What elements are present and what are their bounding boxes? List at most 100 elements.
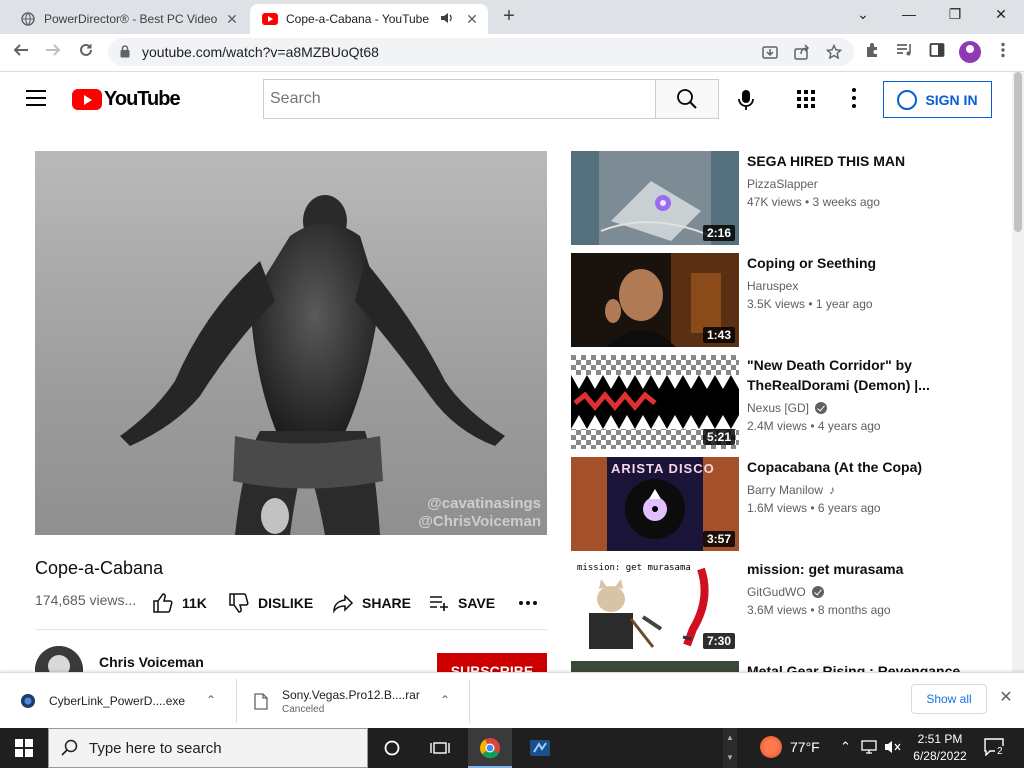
youtube-logo-text: YouTube bbox=[104, 88, 181, 110]
recommendation-item[interactable]: ARISTA DISCO 3:57 Copacabana (At the Cop… bbox=[571, 457, 1001, 551]
taskbar-search-box[interactable]: Type here to search bbox=[48, 728, 368, 768]
scroll-up-icon[interactable]: ▲ bbox=[723, 728, 737, 748]
share-button[interactable]: SHARE bbox=[332, 592, 411, 614]
guide-menu-icon[interactable] bbox=[26, 90, 46, 106]
share-arrow-icon bbox=[333, 594, 354, 614]
like-button[interactable]: 11K bbox=[152, 592, 207, 614]
maximize-button[interactable]: ❐ bbox=[932, 0, 978, 30]
close-tab-icon[interactable]: ✕ bbox=[222, 11, 242, 28]
video-thumbnail[interactable]: 2:16 bbox=[571, 151, 739, 245]
recommendation-meta: 3.5K views • 1 year ago bbox=[747, 297, 873, 311]
recommendation-title[interactable]: SEGA HIRED THIS MAN bbox=[747, 151, 997, 171]
recommendation-channel[interactable]: GitGudWO bbox=[747, 585, 824, 599]
download-item[interactable]: CyberLink_PowerD....exe ⌃ bbox=[20, 673, 230, 729]
scrollbar-thumb[interactable] bbox=[1014, 72, 1022, 232]
recommendation-item[interactable]: mission: get murasama 7:30 mission: get … bbox=[571, 559, 1001, 653]
share-page-icon[interactable] bbox=[792, 44, 812, 62]
close-download-shelf-icon[interactable]: ✕ bbox=[996, 688, 1016, 708]
new-tab-button[interactable]: + bbox=[498, 6, 520, 28]
view-count[interactable]: 174,685 views... bbox=[35, 592, 136, 608]
search-field[interactable] bbox=[263, 79, 656, 119]
recommendation-channel[interactable]: PizzaSlapper bbox=[747, 177, 818, 191]
tab-youtube-active[interactable]: Cope-a-Cabana - YouTube ✕ bbox=[250, 4, 488, 34]
scroll-down-icon[interactable]: ▼ bbox=[723, 748, 737, 768]
back-arrow-icon[interactable] bbox=[8, 40, 34, 66]
like-count: 11K bbox=[182, 595, 207, 611]
download-item[interactable]: Sony.Vegas.Pro12.B....rar Canceled ⌃ bbox=[254, 673, 464, 729]
taskbar-overflow-scroll[interactable]: ▲ ▼ bbox=[723, 728, 737, 768]
search-input[interactable] bbox=[264, 80, 656, 118]
install-app-icon[interactable] bbox=[760, 44, 780, 62]
sign-in-button[interactable]: SIGN IN bbox=[883, 81, 992, 118]
recommendation-channel[interactable]: Barry Manilow ♪ bbox=[747, 483, 835, 497]
download-separator bbox=[469, 679, 470, 723]
recommendation-item[interactable]: 5:21 "New Death Corridor" by TheRealDora… bbox=[571, 355, 1001, 449]
channel-name[interactable]: Chris Voiceman bbox=[99, 654, 204, 670]
minimize-button[interactable]: — bbox=[886, 0, 932, 30]
tab-search-button[interactable]: ⌄ bbox=[840, 0, 886, 30]
url-text: youtube.com/watch?v=a8MZBUoQt68 bbox=[142, 44, 379, 60]
media-control-icon[interactable] bbox=[894, 42, 916, 64]
action-center-button[interactable]: 2 bbox=[982, 736, 1008, 760]
chevron-up-icon[interactable]: ⌃ bbox=[206, 693, 216, 707]
start-button[interactable] bbox=[0, 728, 48, 768]
profile-avatar[interactable] bbox=[959, 41, 981, 63]
address-bar[interactable]: youtube.com/watch?v=a8MZBUoQt68 bbox=[108, 38, 854, 66]
video-thumbnail[interactable]: 5:21 bbox=[571, 355, 739, 449]
video-thumbnail[interactable] bbox=[571, 661, 739, 672]
apps-grid-icon[interactable] bbox=[797, 90, 817, 110]
bookmark-star-icon[interactable] bbox=[824, 43, 844, 62]
video-thumbnail[interactable]: ARISTA DISCO 3:57 bbox=[571, 457, 739, 551]
recommendation-title[interactable]: mission: get murasama bbox=[747, 559, 997, 579]
video-player[interactable]: @cavatinasings @ChrisVoiceman bbox=[35, 151, 547, 535]
tab-powerdirector[interactable]: PowerDirector® - Best PC Video ✕ bbox=[8, 4, 248, 34]
reload-icon[interactable] bbox=[73, 40, 99, 66]
recommendation-title[interactable]: Copacabana (At the Copa) bbox=[747, 457, 997, 477]
recommendation-title[interactable]: Coping or Seething bbox=[747, 253, 997, 273]
search-button[interactable] bbox=[655, 79, 719, 119]
video-thumbnail[interactable]: 1:43 bbox=[571, 253, 739, 347]
network-icon[interactable] bbox=[860, 739, 878, 758]
recommendation-title[interactable]: "New Death Corridor" by TheRealDorami (D… bbox=[747, 355, 997, 395]
more-actions-button[interactable] bbox=[518, 592, 538, 614]
recommendation-channel[interactable]: Nexus [GD] bbox=[747, 401, 828, 415]
weather-temperature: 77°F bbox=[790, 739, 820, 755]
save-label: SAVE bbox=[458, 595, 496, 611]
close-window-button[interactable]: ✕ bbox=[978, 0, 1024, 30]
youtube-logo[interactable]: YouTube bbox=[72, 88, 181, 111]
system-clock[interactable]: 2:51 PM 6/28/2022 bbox=[905, 731, 975, 765]
chevron-up-icon[interactable]: ⌃ bbox=[440, 693, 450, 707]
chrome-app-icon[interactable] bbox=[466, 728, 514, 768]
share-label: SHARE bbox=[362, 595, 412, 611]
extensions-puzzle-icon[interactable] bbox=[862, 42, 884, 64]
voice-search-mic-icon[interactable] bbox=[733, 86, 759, 112]
sign-in-label: SIGN IN bbox=[925, 91, 978, 108]
channel-name: Barry Manilow bbox=[747, 483, 824, 497]
video-thumbnail[interactable]: mission: get murasama 7:30 bbox=[571, 559, 739, 653]
download-shelf: CyberLink_PowerD....exe ⌃ Sony.Vegas.Pro… bbox=[0, 672, 1024, 728]
page-scrollbar[interactable] bbox=[1012, 72, 1024, 672]
volume-muted-icon[interactable] bbox=[884, 739, 902, 758]
recommendation-item[interactable]: Metal Gear Rising : Revengance bbox=[571, 661, 1001, 672]
recommendation-item[interactable]: 1:43 Coping or Seething Haruspex 3.5K vi… bbox=[571, 253, 1001, 347]
recommendation-channel[interactable]: Haruspex bbox=[747, 279, 798, 293]
recommendation-item[interactable]: 2:16 SEGA HIRED THIS MAN PizzaSlapper 47… bbox=[571, 151, 1001, 245]
side-panel-icon[interactable] bbox=[926, 42, 948, 64]
cortana-circle-icon[interactable] bbox=[368, 728, 416, 768]
video-editor-app-icon[interactable] bbox=[516, 728, 564, 768]
chrome-menu-icon[interactable] bbox=[992, 42, 1014, 64]
forward-arrow-icon[interactable] bbox=[40, 40, 66, 66]
speaker-icon[interactable] bbox=[440, 12, 458, 27]
weather-widget[interactable]: 77°F bbox=[760, 736, 820, 758]
save-button[interactable]: SAVE bbox=[428, 592, 495, 614]
recommendation-title[interactable]: Metal Gear Rising : Revengance bbox=[747, 661, 997, 672]
close-tab-icon[interactable]: ✕ bbox=[462, 11, 482, 28]
watermark-line: @ChrisVoiceman bbox=[418, 513, 541, 530]
settings-more-icon[interactable] bbox=[850, 88, 858, 110]
download-filename: Sony.Vegas.Pro12.B....rar bbox=[282, 687, 420, 702]
account-circle-icon bbox=[897, 89, 918, 110]
task-view-icon[interactable] bbox=[416, 728, 464, 768]
show-hidden-icons-chevron-icon[interactable]: ⌃ bbox=[840, 739, 851, 755]
show-all-downloads-button[interactable]: Show all bbox=[911, 684, 987, 714]
dislike-button[interactable]: DISLIKE bbox=[228, 592, 313, 614]
